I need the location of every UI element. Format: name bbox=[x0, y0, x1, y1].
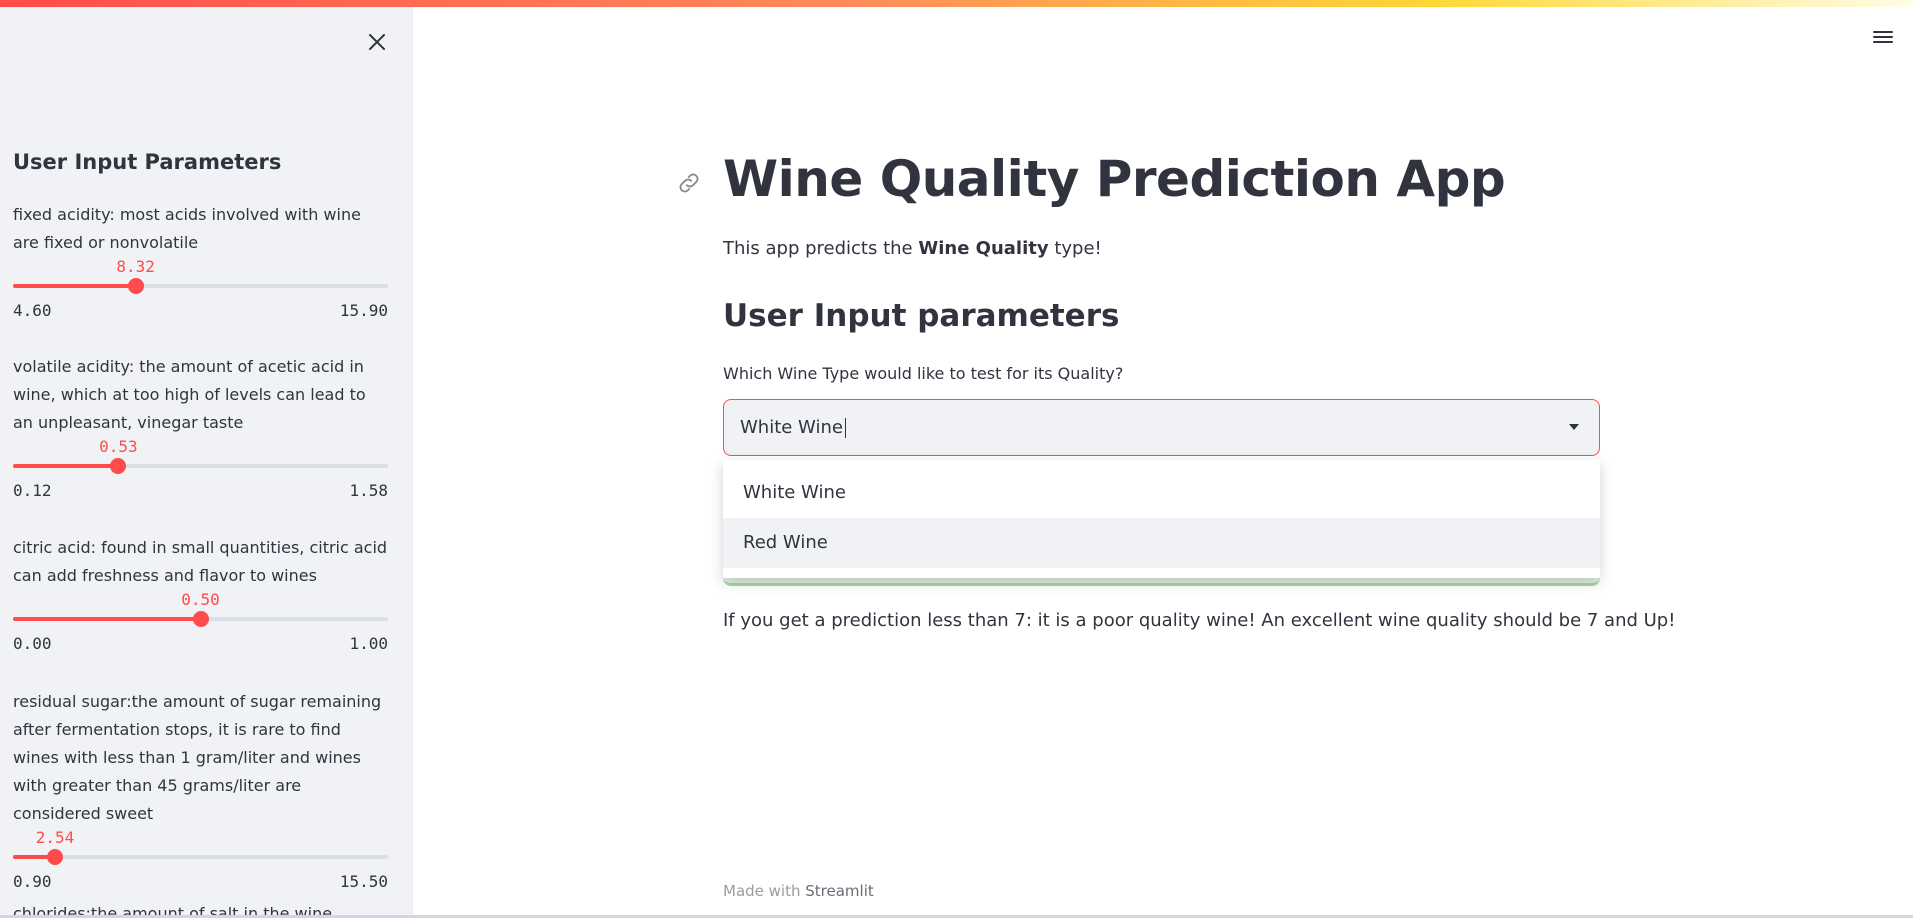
param-description: citric acid: found in small quantities, … bbox=[13, 538, 388, 585]
intro-text-bold: Wine Quality bbox=[918, 238, 1049, 259]
top-decoration-bar bbox=[0, 0, 1913, 7]
prediction-note: If you get a prediction less than 7: it … bbox=[723, 610, 1676, 631]
slider-max: 15.90 bbox=[339, 301, 388, 320]
footer-text: Made with bbox=[723, 882, 806, 900]
slider-fill bbox=[13, 284, 136, 288]
slider-thumb[interactable] bbox=[127, 278, 144, 294]
param-description: fixed acidity: most acids involved with … bbox=[13, 205, 361, 252]
slider-fill bbox=[13, 617, 201, 621]
slider-value: 2.54 bbox=[35, 828, 75, 847]
intro-text: This app predicts the Wine Quality type! bbox=[723, 238, 1102, 259]
slider-fill bbox=[13, 464, 119, 468]
intro-text-pre: This app predicts the bbox=[723, 238, 919, 259]
slider-max: 15.50 bbox=[339, 872, 388, 891]
close-icon bbox=[369, 34, 385, 50]
slider-track[interactable] bbox=[13, 855, 388, 859]
volatile-acidity-slider[interactable]: 0.53 0.12 1.58 bbox=[13, 437, 388, 503]
section-subtitle: User Input parameters bbox=[723, 298, 1120, 334]
footer-brand-link[interactable]: Streamlit bbox=[805, 882, 874, 900]
wine-type-dropdown-menu: White Wine Red Wine bbox=[723, 460, 1600, 578]
sidebar-title: User Input Parameters bbox=[13, 150, 282, 174]
slider-track[interactable] bbox=[13, 464, 388, 468]
chevron-down-icon[interactable] bbox=[1569, 424, 1579, 430]
slider-max: 1.58 bbox=[349, 481, 388, 500]
hamburger-menu-icon bbox=[1873, 31, 1893, 43]
main-menu-button[interactable] bbox=[1870, 24, 1896, 48]
heading-anchor-link[interactable] bbox=[676, 170, 702, 196]
slider-min: 4.60 bbox=[13, 301, 52, 320]
slider-thumb[interactable] bbox=[110, 458, 127, 474]
sidebar: User Input Parameters fixed acidity: mos… bbox=[0, 7, 413, 918]
residual-sugar-slider[interactable]: 2.54 0.90 15.50 bbox=[13, 828, 388, 894]
slider-thumb[interactable] bbox=[192, 611, 209, 627]
param-volatile-acidity: volatile acidity: the amount of acetic a… bbox=[13, 353, 388, 503]
intro-text-post: type! bbox=[1048, 238, 1102, 259]
slider-min: 0.00 bbox=[13, 634, 52, 653]
close-sidebar-button[interactable] bbox=[364, 29, 390, 55]
dropdown-option-red-wine[interactable]: Red Wine bbox=[723, 518, 1600, 568]
wine-type-select-text: White Wine bbox=[740, 417, 843, 438]
param-fixed-acidity: fixed acidity: most acids involved with … bbox=[13, 201, 388, 323]
param-description: volatile acidity: the amount of acetic a… bbox=[13, 357, 366, 432]
param-residual-sugar: residual sugar:the amount of sugar remai… bbox=[13, 688, 388, 894]
slider-track[interactable] bbox=[13, 284, 388, 288]
slider-min: 0.90 bbox=[13, 872, 52, 891]
dropdown-option-white-wine[interactable]: White Wine bbox=[723, 468, 1600, 518]
link-icon bbox=[679, 173, 699, 193]
fixed-acidity-slider[interactable]: 8.32 4.60 15.90 bbox=[13, 257, 388, 323]
slider-min: 0.12 bbox=[13, 481, 52, 500]
param-description: residual sugar:the amount of sugar remai… bbox=[13, 692, 382, 823]
page-title: Wine Quality Prediction App bbox=[723, 150, 1506, 208]
slider-max: 1.00 bbox=[349, 634, 388, 653]
footer: Made with Streamlit bbox=[723, 882, 874, 900]
text-cursor bbox=[844, 418, 846, 438]
wine-type-select[interactable]: White Wine bbox=[723, 399, 1600, 456]
slider-value: 0.50 bbox=[181, 590, 220, 609]
slider-value: 0.53 bbox=[99, 437, 138, 456]
param-citric-acid: citric acid: found in small quantities, … bbox=[13, 534, 388, 656]
wine-type-select-label: Which Wine Type would like to test for i… bbox=[723, 364, 1124, 383]
citric-acid-slider[interactable]: 0.50 0.00 1.00 bbox=[13, 590, 388, 656]
wine-type-select-value[interactable]: White Wine bbox=[740, 417, 846, 438]
slider-thumb[interactable] bbox=[47, 849, 63, 865]
slider-value: 8.32 bbox=[116, 257, 155, 276]
